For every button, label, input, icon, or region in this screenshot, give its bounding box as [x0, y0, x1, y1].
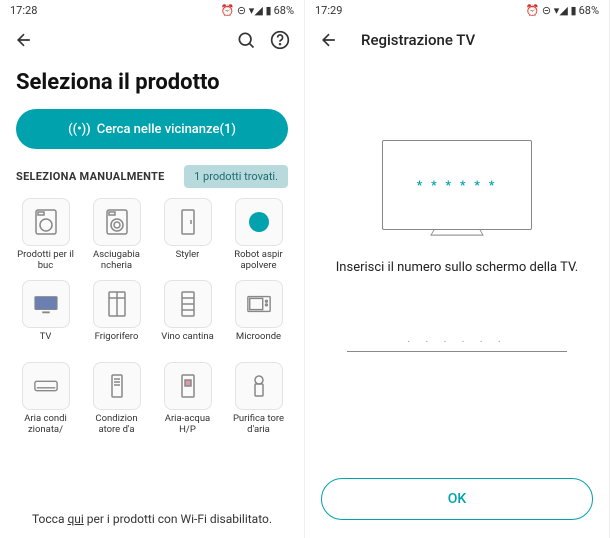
broadcast-icon: ((•)): [68, 122, 91, 137]
footer-text: Tocca qui per i prodotti con Wi-Fi disab…: [0, 512, 304, 526]
nav-bar: [0, 20, 304, 60]
tv-code-stars: * * * * * *: [417, 178, 498, 192]
product-grid: Prodotti per il buc Asciugabia ncheria S…: [0, 198, 304, 436]
product-robot-vacuum[interactable]: Robot aspir apolvere: [227, 198, 290, 272]
status-bar: 17:29 ⏰ ⊝ ▾◢ ▮ 68%: [305, 0, 609, 20]
cond-icon: [104, 372, 130, 400]
status-icons: ⏰ ⊝ ▾◢ ▮ 68%: [525, 4, 599, 17]
tv-illustration: * * * * * *: [382, 140, 532, 230]
dryer-icon: [104, 208, 130, 236]
tv-icon: [33, 290, 59, 318]
tv-code-input[interactable]: . . . . . .: [347, 325, 567, 352]
product-microwave[interactable]: Microonde: [227, 280, 290, 354]
robot-icon: [246, 208, 272, 236]
status-time: 17:29: [315, 4, 342, 17]
product-styler[interactable]: Styler: [156, 198, 219, 272]
product-air-conditioner[interactable]: Aria condi zionata/: [14, 362, 77, 436]
purifier-icon: [246, 372, 272, 400]
back-icon[interactable]: [317, 28, 341, 52]
status-time: 17:28: [10, 4, 37, 17]
instruction-text: Inserisci il numero sullo schermo della …: [336, 260, 578, 275]
help-icon[interactable]: [268, 28, 292, 52]
washer-icon: [33, 208, 59, 236]
fridge-icon: [104, 290, 130, 318]
wine-icon: [175, 290, 201, 318]
status-bar: 17:28 ⏰ ⊝ ▾◢ ▮ 68%: [0, 0, 304, 20]
tv-stand-icon: [430, 230, 484, 236]
search-nearby-button[interactable]: ((•)) Cerca nelle vicinanze(1): [16, 109, 288, 149]
back-icon[interactable]: [12, 28, 36, 52]
styler-icon: [175, 208, 201, 236]
section-header: SELEZIONA MANUALMENTE 1 prodotti trovati…: [0, 161, 304, 198]
status-icons: ⏰ ⊝ ▾◢ ▮ 68%: [220, 4, 294, 17]
product-air-water-hp[interactable]: Aria-acqua H/P: [156, 362, 219, 436]
product-washer[interactable]: Prodotti per il buc: [14, 198, 77, 272]
product-fridge[interactable]: Frigorifero: [85, 280, 148, 354]
page-title: Seleziona il prodotto: [0, 60, 304, 109]
nav-bar: Registrazione TV: [305, 20, 609, 60]
microwave-icon: [246, 290, 272, 318]
product-dryer[interactable]: Asciugabia ncheria: [85, 198, 148, 272]
product-air-conditioner-2[interactable]: Condizion atore d'a: [85, 362, 148, 436]
page-title: Registrazione TV: [361, 31, 475, 49]
footer-link[interactable]: qui: [67, 512, 83, 526]
product-tv[interactable]: TV: [14, 280, 77, 354]
search-icon[interactable]: [234, 28, 258, 52]
products-found-badge: 1 prodotti trovati.: [184, 165, 288, 188]
product-wine-cellar[interactable]: Vino cantina: [156, 280, 219, 354]
ok-button[interactable]: OK: [321, 478, 593, 520]
water-icon: [175, 372, 201, 400]
section-label: SELEZIONA MANUALMENTE: [16, 170, 165, 183]
tv-registration-area: * * * * * * Inserisci il numero sullo sc…: [305, 60, 609, 538]
product-air-purifier[interactable]: Purifica tore d'aria: [227, 362, 290, 436]
phone-left: 17:28 ⏰ ⊝ ▾◢ ▮ 68% Seleziona il prodotto…: [0, 0, 305, 538]
phone-right: 17:29 ⏰ ⊝ ▾◢ ▮ 68% Registrazione TV * * …: [305, 0, 610, 538]
ac-icon: [33, 372, 59, 400]
